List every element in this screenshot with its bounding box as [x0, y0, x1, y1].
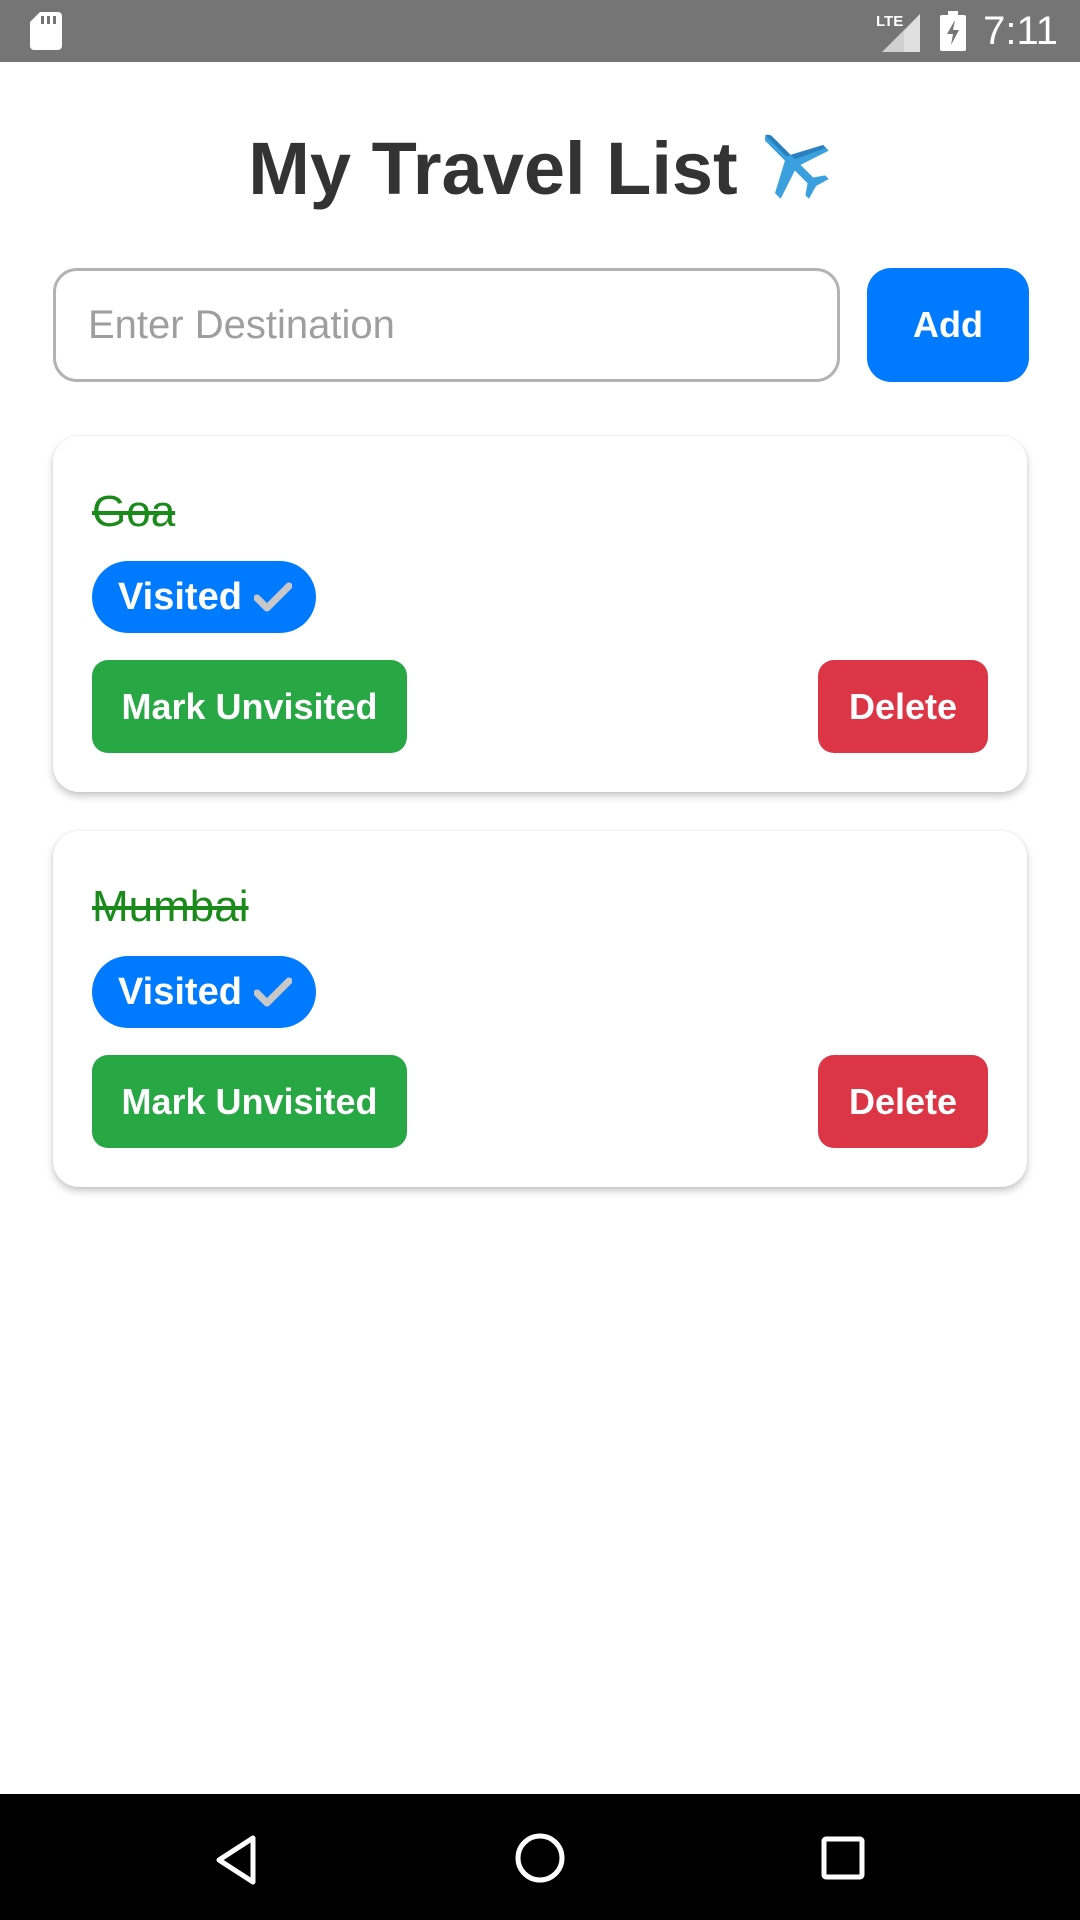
- signal-icon: LTE: [876, 13, 920, 52]
- check-icon: [253, 582, 292, 612]
- destination-card: Goa Visited Mark Unvisited Delete: [53, 436, 1027, 792]
- mark-unvisited-button[interactable]: Mark Unvisited: [92, 1055, 407, 1148]
- airplane-icon: [764, 134, 829, 199]
- home-icon[interactable]: [514, 1832, 566, 1884]
- destination-input[interactable]: [53, 268, 840, 382]
- mark-unvisited-button[interactable]: Mark Unvisited: [92, 660, 407, 753]
- destination-name: Mumbai: [92, 882, 249, 931]
- delete-button[interactable]: Delete: [818, 660, 988, 753]
- destination-name: Goa: [92, 487, 176, 536]
- status-time: 7:11: [983, 9, 1058, 53]
- check-icon: [253, 977, 292, 1007]
- visited-badge: Visited: [92, 956, 316, 1028]
- add-button[interactable]: Add: [867, 268, 1029, 382]
- page-title-text: My Travel List: [248, 127, 738, 210]
- page-title: My Travel List: [0, 122, 1080, 214]
- visited-badge-label: Visited: [118, 970, 242, 1013]
- network-label: LTE: [876, 13, 903, 30]
- visited-badge-label: Visited: [118, 575, 242, 618]
- navigation-bar: [0, 1794, 1080, 1920]
- visited-badge: Visited: [92, 561, 316, 633]
- battery-charging-icon: [940, 11, 966, 51]
- destination-card: Mumbai Visited Mark Unvisited Delete: [53, 831, 1027, 1187]
- back-icon[interactable]: [213, 1834, 259, 1886]
- recents-icon[interactable]: [821, 1836, 865, 1880]
- sd-card-icon: [30, 12, 62, 50]
- delete-button[interactable]: Delete: [818, 1055, 988, 1148]
- status-bar: LTE 7:11: [0, 0, 1080, 62]
